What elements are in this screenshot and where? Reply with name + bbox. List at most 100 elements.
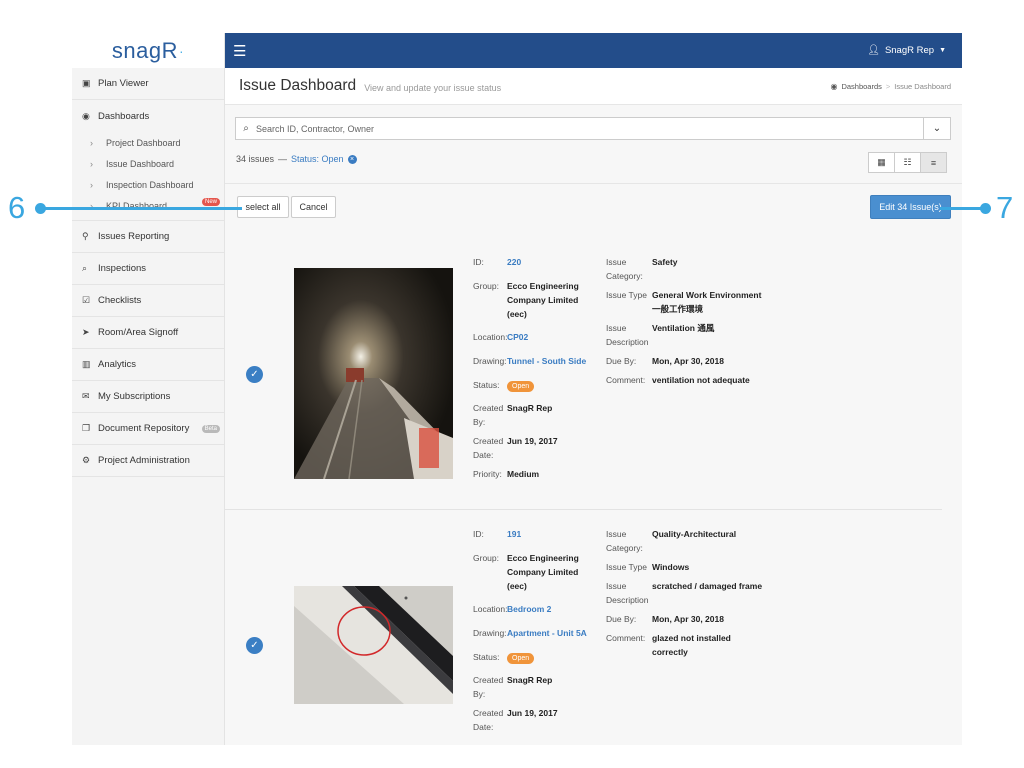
sidebar-item-analytics[interactable]: ▥ Analytics — [72, 349, 224, 381]
pin-icon: ⚲ — [82, 231, 89, 241]
image-icon: ▣ — [82, 78, 91, 88]
dashboard-icon: ◉ — [82, 110, 90, 121]
issue-drawing-link[interactable]: Apartment - Unit 5A — [507, 626, 587, 640]
callout-line-6 — [40, 207, 242, 210]
checkbox-icon: ☑ — [82, 295, 91, 305]
sidebar-item-document-repository[interactable]: ❐ Document Repository Beta — [72, 413, 224, 445]
search-icon: ⌕ — [243, 123, 249, 134]
status-filter[interactable]: Status: Open — [291, 154, 344, 164]
sidebar-item-issues-reporting[interactable]: ⚲ Issues Reporting — [72, 221, 224, 253]
field-label: Status: — [473, 380, 500, 390]
issue-comment: ventilation not adequate — [652, 375, 750, 385]
search-bar: ⌕ ⌄ — [235, 117, 951, 140]
edit-issues-button[interactable]: Edit 34 Issue(s) — [870, 195, 951, 219]
sidebar-item-plan-viewer[interactable]: ▣ Plan Viewer — [72, 68, 224, 100]
main-content: Issue Dashboard View and update your iss… — [225, 68, 962, 745]
breadcrumb-separator: > — [885, 81, 891, 91]
sidebar-item-project-administration[interactable]: ⚙ Project Administration — [72, 445, 224, 477]
callout-number-6: 6 — [8, 190, 26, 225]
user-menu[interactable]: 👤︎ SnagR Rep ▼ — [867, 45, 946, 56]
issue-list: ✓ ID: 220 Group: Ecco Engineering Compan… — [225, 233, 942, 745]
issue-group: Ecco Engineering Company Limited (eec) — [507, 281, 579, 319]
page-title: Issue Dashboard — [239, 77, 357, 94]
issue-type: Windows — [652, 562, 690, 572]
sidebar-item-my-subscriptions[interactable]: ✉ My Subscriptions — [72, 381, 224, 413]
breadcrumb-dashboards-link[interactable]: Dashboards — [841, 82, 881, 91]
snagr-logo[interactable]: snagR · — [72, 33, 224, 68]
cancel-button[interactable]: Cancel — [291, 196, 336, 218]
sidebar-item-room-area-signoff[interactable]: ➤ Room/Area Signoff — [72, 317, 224, 349]
field-label: Created Date: — [473, 708, 504, 732]
envelope-icon: ✉ — [82, 391, 90, 401]
sidebar-item-dashboards[interactable]: ◉ Dashboards — [72, 100, 224, 132]
chevron-right-icon: › — [90, 179, 93, 190]
selected-check-icon[interactable]: ✓ — [246, 366, 263, 383]
issue-created-date: Jun 19, 2017 — [507, 436, 558, 446]
issue-summary: 34 issues — Status: Open × — [236, 154, 357, 164]
gears-icon: ⚙ — [82, 455, 91, 465]
dashboard-icon: ◉ — [830, 81, 838, 91]
sidebar-item-label: Inspections — [98, 263, 147, 274]
grid-view-icon[interactable]: ▦ — [868, 152, 895, 173]
sidebar: snagR · ▣ Plan Viewer ◉ Dashboards › Proj… — [72, 33, 225, 745]
issue-description: scratched / damaged frame — [652, 581, 763, 591]
issue-id-link[interactable]: 191 — [507, 527, 521, 541]
sidebar-item-label: Checklists — [98, 295, 142, 306]
sidebar-item-label: Analytics — [98, 359, 137, 370]
issue-details-left: ID: 220 Group: Ecco Engineering Company Li… — [473, 255, 593, 481]
issue-location-link[interactable]: CP02 — [507, 330, 528, 344]
remove-filter-icon[interactable]: × — [347, 154, 357, 164]
sidebar-item-label: Room/Area Signoff — [98, 327, 179, 338]
sidebar-subitem-project-dashboard[interactable]: › Project Dashboard — [72, 132, 224, 153]
field-label: Issue Description — [606, 323, 649, 347]
issue-details-left: ID: 191 Group: Ecco Engineering Company Li… — [473, 527, 593, 734]
sidebar-subitem-inspection-dashboard[interactable]: › Inspection Dashboard — [72, 174, 224, 195]
issue-category: Quality-Architectural — [652, 529, 737, 539]
field-label: Issue Category: — [606, 529, 643, 553]
search-input[interactable] — [256, 123, 923, 134]
detail-view-icon[interactable]: ≡ — [920, 152, 947, 173]
issue-description: Ventilation 通風 — [652, 323, 715, 333]
field-label: Priority: — [473, 469, 502, 479]
issue-created-date: Jun 19, 2017 — [507, 708, 558, 718]
issue-id-link[interactable]: 220 — [507, 255, 521, 269]
top-navbar: ☰ 👤︎ SnagR Rep ▼ — [225, 33, 962, 68]
select-all-button[interactable]: select all — [237, 196, 289, 218]
issue-row[interactable]: ✓ ID: 191 Group: Ecco Engineering Company … — [225, 510, 942, 745]
sidebar-item-label: Document Repository — [98, 423, 190, 434]
field-label: Issue Type — [606, 562, 647, 572]
sidebar-subitem-issue-dashboard[interactable]: › Issue Dashboard — [72, 153, 224, 174]
issue-photo-tunnel[interactable] — [294, 268, 453, 479]
sidebar-item-inspections[interactable]: ⌕ Inspections — [72, 253, 224, 285]
selected-check-icon[interactable]: ✓ — [246, 637, 263, 654]
field-label: ID: — [473, 257, 484, 267]
issue-photo-window[interactable] — [294, 586, 453, 704]
issue-created-by: SnagR Rep — [507, 403, 553, 413]
user-name: SnagR Rep — [884, 45, 935, 56]
issue-drawing-link[interactable]: Tunnel - South Side — [507, 354, 586, 368]
issue-location-link[interactable]: Bedroom 2 — [507, 602, 551, 616]
field-label: Group: — [473, 281, 499, 291]
app-window: snagR · ▣ Plan Viewer ◉ Dashboards › Proj… — [72, 33, 962, 745]
bar-chart-icon: ▥ — [82, 359, 91, 369]
sidebar-item-label: Plan Viewer — [98, 78, 149, 89]
sidebar-item-label: Issues Reporting — [98, 231, 170, 242]
chevron-right-icon: › — [90, 137, 93, 148]
field-label: Drawing: — [473, 628, 507, 638]
sidebar-subitem-kpi-dashboard[interactable]: › KPI Dashboard New — [72, 195, 224, 216]
logo-mark-icon: · — [178, 42, 185, 59]
field-label: Location: — [473, 604, 507, 614]
issue-row[interactable]: ✓ ID: 220 Group: Ecco Engineering Compan… — [225, 233, 942, 510]
list-view-icon[interactable]: ☷ — [894, 152, 921, 173]
search-icon: ⌕ — [82, 263, 88, 273]
sidebar-item-checklists[interactable]: ☑ Checklists — [72, 285, 224, 317]
issue-details-right: Issue Category: Safety Issue Type General … — [606, 255, 796, 387]
hamburger-menu-icon[interactable]: ☰ — [233, 42, 246, 60]
field-label: Group: — [473, 553, 499, 563]
summary-dash: — — [278, 154, 288, 164]
status-badge: Open — [507, 381, 535, 392]
sidebar-item-label: Project Administration — [98, 455, 190, 466]
status-badge: Open — [507, 653, 535, 664]
field-label: Due By: — [606, 614, 637, 624]
chevron-down-icon[interactable]: ⌄ — [923, 118, 950, 139]
